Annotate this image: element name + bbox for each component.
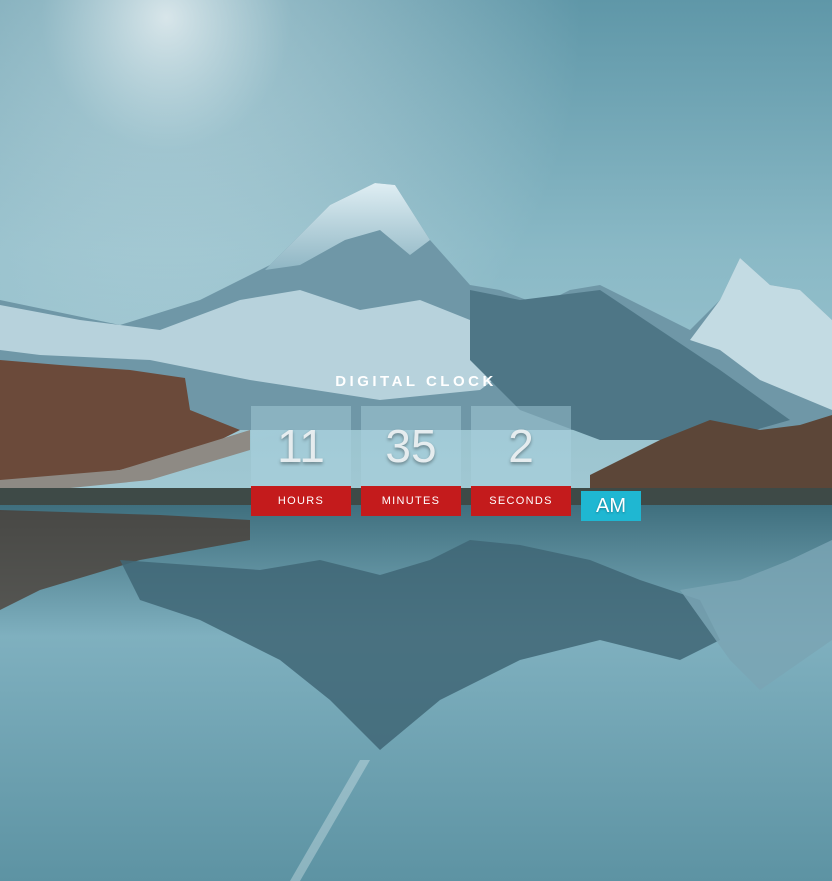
digital-clock: DIGITAL CLOCK 11 HOURS 35 MINUTES 2 SECO… xyxy=(0,0,832,881)
minutes-unit: 35 MINUTES xyxy=(361,406,461,516)
hours-unit: 11 HOURS xyxy=(251,406,351,516)
seconds-value: 2 xyxy=(471,406,571,486)
meridiem-badge: AM xyxy=(581,491,641,521)
hours-label: HOURS xyxy=(251,486,351,516)
hours-value: 11 xyxy=(251,406,351,486)
minutes-label: MINUTES xyxy=(361,486,461,516)
clock-title: DIGITAL CLOCK xyxy=(335,373,497,390)
seconds-unit: 2 SECONDS xyxy=(471,406,571,516)
minutes-value: 35 xyxy=(361,406,461,486)
seconds-label: SECONDS xyxy=(471,486,571,516)
